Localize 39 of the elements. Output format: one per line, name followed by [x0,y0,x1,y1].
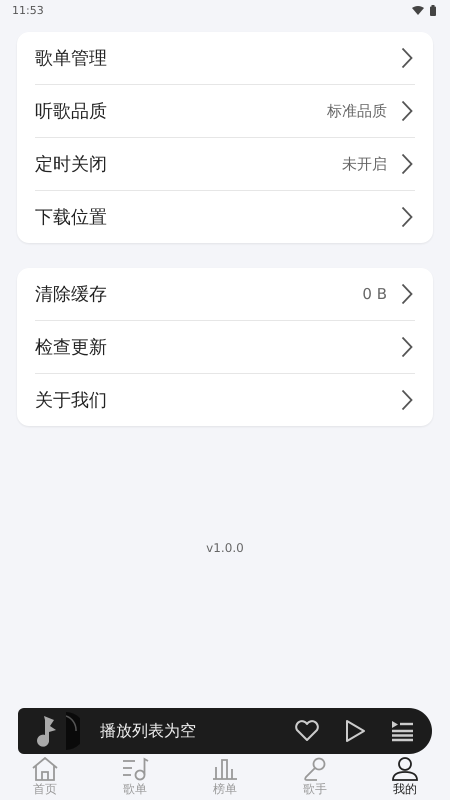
chevron-icon [401,283,413,305]
chevron-icon [401,336,413,358]
settings-row[interactable]: 下载位置 [35,190,415,243]
wifi-icon [412,6,424,14]
row-label: 关于我们 [35,389,108,412]
row-value: 未开启 [342,154,387,174]
chevron-icon [401,47,413,69]
heart-icon[interactable] [294,720,320,742]
chevron-icon [401,153,413,175]
home-icon [31,757,59,781]
chevron-icon [401,206,413,228]
settings-row[interactable]: 定时关闭 未开启 [35,137,415,190]
settings-row[interactable]: 清除缓存 0 B [35,268,415,320]
battery-icon [430,4,436,16]
play-icon[interactable] [344,719,366,743]
chevron-icon [401,100,413,122]
user-icon [391,757,419,781]
chevron-icon [401,389,413,411]
row-label: 定时关闭 [35,153,108,176]
row-label: 下载位置 [35,206,108,229]
playlist-icon[interactable] [390,720,414,742]
status-time: 11:53 [12,4,44,16]
settings-row[interactable]: 听歌品质 标准品质 [35,84,415,137]
settings-row[interactable]: 歌单管理 [35,32,415,84]
music-list-icon [121,757,149,781]
music-note-icon [36,714,58,748]
mini-player[interactable]: 播放列表为空 [18,708,432,754]
settings-row[interactable]: 关于我们 [35,373,415,426]
player-status: 播放列表为空 [100,720,197,742]
settings-row[interactable]: 检查更新 [35,320,415,373]
nav-tab[interactable]: 我的 [360,754,450,800]
bar-chart-icon [211,757,239,781]
row-label: 歌单管理 [35,47,108,70]
row-label: 清除缓存 [35,283,108,306]
row-value: 0 B [362,285,387,303]
row-value: 标准品质 [327,102,387,120]
row-label: 听歌品质 [35,100,108,123]
version-text: v1.0.0 [205,541,245,555]
row-label: 检查更新 [35,336,108,359]
